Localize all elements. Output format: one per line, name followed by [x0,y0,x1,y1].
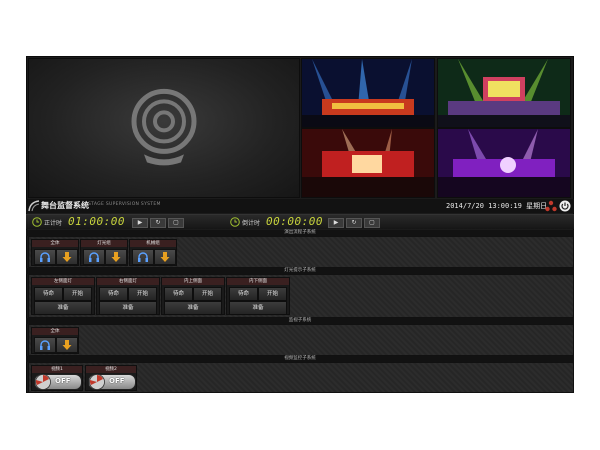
group-right-side-light: 右侧面灯 待命 开始 准备 [96,277,160,315]
start-button[interactable]: 开始 [193,287,222,301]
countup-value: 01:00:00 [68,215,125,228]
standby-button[interactable]: 待命 [99,287,128,301]
countup-label: 正计时 [44,220,63,227]
datetime-display: 2014/7/20 13:00:19 星期日 [446,202,548,210]
countdown-reset-button[interactable]: ↻ [346,218,362,228]
group-title: 灯光组 [81,240,127,247]
section-video-monitor: 视频1 OFF 视频2 OFF [28,362,574,393]
camera-thumbnail-2[interactable] [437,58,571,128]
group-title: 内下侧面 [227,278,289,285]
app-subtitle: STAGE SUPERVISION SYSTEM [88,202,161,207]
download-button[interactable] [56,337,78,353]
clock-icon [230,217,240,227]
standby-button[interactable]: 待命 [164,287,193,301]
ready-button[interactable]: 准备 [99,301,157,315]
group-all: 全体 [31,327,79,354]
toggle-state: OFF [55,377,71,385]
group-lighting: 灯光组 [80,239,128,266]
headset-button[interactable] [132,249,154,265]
logo-icon [28,200,40,212]
camera-thumbnail-1[interactable] [301,58,435,128]
group-title: 视频2 [86,366,136,373]
group-title: 视频1 [32,366,82,373]
ready-button[interactable]: 准备 [229,301,287,315]
arrow-down-icon [62,340,72,350]
group-left-side-light: 左侧面灯 待命 开始 准备 [31,277,95,315]
webcam-icon [131,88,197,166]
arrow-down-icon [111,252,121,262]
standby-button[interactable]: 待命 [34,287,63,301]
arrow-down-icon [62,252,72,262]
power-icon[interactable] [559,200,571,212]
ready-button[interactable]: 准备 [34,301,92,315]
group-title: 内上侧面 [162,278,224,285]
arrow-down-icon [160,252,170,262]
app-title: 舞台监督系统 [41,201,89,210]
main-video-view[interactable] [28,58,300,198]
download-button[interactable] [105,249,127,265]
countdown-stop-button[interactable]: ▢ [364,218,380,228]
standby-button[interactable]: 待命 [229,287,258,301]
video-2-toggle[interactable]: OFF [88,374,136,390]
group-title: 全体 [32,240,78,247]
countup-play-button[interactable]: ▶ [132,218,148,228]
toggle-state: OFF [109,377,125,385]
group-all: 全体 [31,239,79,266]
download-button[interactable] [154,249,176,265]
section-monitor: 全体 [28,324,574,356]
toggle-knob-icon [35,374,51,390]
title-bar: 舞台监督系统 STAGE SUPERVISION SYSTEM 2014/7/2… [26,199,574,213]
group-inner-lower: 内下侧面 待命 开始 准备 [226,277,290,315]
download-button[interactable] [56,249,78,265]
camera-thumbnail-4[interactable] [437,128,571,198]
group-mechanical: 机械组 [129,239,177,266]
stage-supervision-app: 舞台监督系统 STAGE SUPERVISION SYSTEM 2014/7/2… [26,56,574,393]
group-video-2: 视频2 OFF [85,365,137,391]
camera-thumbnail-3[interactable] [301,128,435,198]
headset-button[interactable] [34,337,56,353]
headset-icon [89,252,99,262]
group-inner-upper: 内上侧面 待命 开始 准备 [161,277,225,315]
timer-bar: 正计时 01:00:00 ▶ ↻ ▢ 倒计时 00:00:00 ▶ ↻ ▢ [26,214,574,229]
section-lighting-cue: 左侧面灯 待命 开始 准备 右侧面灯 待命 开始 准备 内上侧面 待命 开始 准… [28,274,574,318]
countup-reset-button[interactable]: ↻ [150,218,166,228]
start-button[interactable]: 开始 [258,287,287,301]
countdown-value: 00:00:00 [266,215,323,228]
start-button[interactable]: 开始 [63,287,92,301]
headset-icon [40,340,50,350]
group-title: 全体 [32,328,78,335]
section-performance: 全体 灯光组 机械组 [28,236,574,268]
ready-button[interactable]: 准备 [164,301,222,315]
clock-icon [32,217,42,227]
headset-icon [40,252,50,262]
group-title: 右侧面灯 [97,278,159,285]
countup-stop-button[interactable]: ▢ [168,218,184,228]
countdown-label: 倒计时 [242,220,261,227]
video-1-toggle[interactable]: OFF [34,374,82,390]
headset-button[interactable] [83,249,105,265]
start-button[interactable]: 开始 [128,287,157,301]
group-title: 左侧面灯 [32,278,94,285]
network-icon[interactable] [545,200,557,212]
headset-icon [138,252,148,262]
group-video-1: 视频1 OFF [31,365,83,391]
headset-button[interactable] [34,249,56,265]
group-title: 机械组 [130,240,176,247]
toggle-knob-icon [89,374,105,390]
countdown-play-button[interactable]: ▶ [328,218,344,228]
